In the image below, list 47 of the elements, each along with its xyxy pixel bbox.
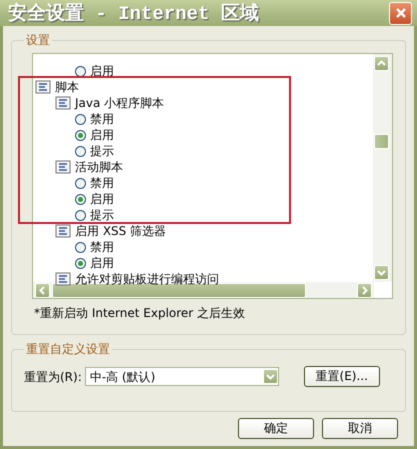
group-title: 设置 [25,32,51,49]
radio-button[interactable] [75,242,86,252]
radio-button[interactable] [75,114,86,124]
radio-button[interactable] [75,258,86,268]
scroll-right-button[interactable] [357,282,372,298]
reset-label: 重置为(R): [24,370,82,382]
option-label: 提示 [90,145,114,157]
radio-button[interactable] [75,146,86,156]
dropdown-button[interactable] [262,369,278,384]
option-label: 禁用 [90,241,114,253]
group-title: 重置自定义设置 [25,341,111,358]
scroll-thumb[interactable] [374,134,389,149]
setting-label: 允许对剪贴板进行编程访问 [75,273,219,285]
vertical-scrollbar[interactable] [373,54,392,282]
script-icon [55,224,71,238]
radio-button[interactable] [75,210,86,220]
script-icon [55,96,71,110]
setting-label: 脚本 [55,81,79,93]
dialog-button[interactable]: 取消 [322,418,398,439]
setting-label: 启用 XSS 筛选器 [75,225,166,237]
close-icon [394,7,406,19]
radio-button[interactable] [75,194,86,204]
radio-button[interactable] [75,66,86,76]
reset-button[interactable]: 重置(E)... [304,366,380,387]
script-icon [55,160,71,174]
close-button[interactable] [389,2,412,24]
scroll-up-button[interactable] [374,56,389,71]
window-title: 安全设置 - Internet 区域 [8,2,259,26]
option-label: 禁用 [90,113,114,125]
option-label: 禁用 [90,177,114,189]
level-dropdown[interactable]: 中-高 (默认) [84,367,279,386]
option-label: 启用 [90,65,114,77]
script-icon [35,80,51,94]
radio-button[interactable] [75,178,86,188]
option-label: 启用 [90,193,114,205]
setting-label: Java 小程序脚本 [75,97,164,109]
scroll-down-button[interactable] [374,265,389,280]
caret-icon [266,372,275,381]
dialog-button[interactable]: 确定 [238,418,314,439]
option-label: 提示 [90,209,114,221]
radio-button[interactable] [75,130,86,140]
setting-label: 活动脚本 [75,161,123,173]
restart-note: *重新启动 Internet Explorer 之后生效 [34,305,246,322]
script-icon [55,272,71,286]
option-label: 启用 [90,257,114,269]
option-label: 启用 [90,129,114,141]
scroll-left-button[interactable] [35,282,50,298]
